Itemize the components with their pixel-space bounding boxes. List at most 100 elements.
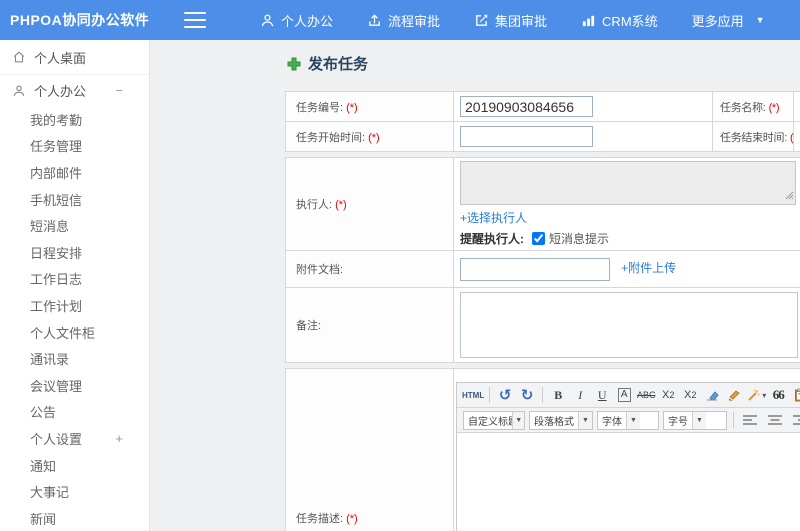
sidebar-item-events[interactable]: 大事记 [0,478,149,505]
sidebar-item-meeting[interactable]: 会议管理 [0,372,149,399]
task-detail-table: 执行人: (*) +选择执行人 提醒执行人: 短消息提示 附件文档: +附件上传… [285,157,800,363]
sms-remind-text: 短消息提示 [549,232,610,246]
sidebar-item-personal-settings[interactable]: 个人设置 + [0,425,149,452]
chevron-down-icon: ▼ [692,411,706,429]
nav-personal-office[interactable]: 个人办公 [260,11,333,30]
table-row: 备注: [285,287,800,363]
align-left-icon [743,414,757,425]
italic-button[interactable]: I [570,385,590,405]
bar-chart-icon [582,15,595,26]
sidebar-item-sms[interactable]: 手机短信 [0,186,149,213]
align-right-button[interactable] [793,414,800,427]
nav-label: 集团审批 [495,13,548,29]
sidebar-group-personal-office[interactable]: 个人办公 − [0,75,149,106]
table-row: 任务描述: (*) HTML ↺ ↻ B I U A ABC X 2 X 2 ▾… [285,368,800,531]
chevron-down-icon: ▾ [762,390,767,400]
app-window: PHPOA协同办公软件 个人办公 流程审批 集团审批 CRM系统 更多应用 ▼ [0,0,800,531]
choose-executor-link[interactable]: +选择执行人 [460,211,527,225]
strikethrough-button[interactable]: ABC [636,385,656,405]
nav-label: 更多应用 [691,13,744,29]
chevron-down-icon: ▼ [626,411,640,429]
start-time-input[interactable] [460,126,593,147]
sidebar-item-internal-mail[interactable]: 内部邮件 [0,159,149,186]
sidebar-item-task-manage[interactable]: 任务管理 [0,133,149,160]
sidebar-item-attendance[interactable]: 我的考勤 [0,106,149,133]
nav-group-approval[interactable]: 集团审批 [474,11,547,30]
blockquote-button[interactable]: 66 [768,385,788,405]
start-time-label: 任务开始时间: (*) [285,121,454,152]
attachment-label: 附件文档: [285,250,454,288]
align-center-button[interactable] [768,414,783,427]
main-content: 发布任务 任务编号:(*) 任务名称:(*) 任务开始时间:(*) [150,40,800,531]
align-left-button[interactable] [743,414,758,427]
nav-label: 个人办公 [281,13,334,29]
task-name-label: 任务名称: (*) [712,91,794,122]
task-no-input[interactable] [460,96,593,117]
nav-crm-system[interactable]: CRM系统 [581,11,658,30]
sidebar-group-label: 个人办公 [34,84,87,99]
sidebar-item-contacts[interactable]: 通讯录 [0,345,149,372]
brand-logo[interactable]: PHPOA协同办公软件 [0,10,150,30]
task-no-label: 任务编号: (*) [285,91,454,122]
superscript-button[interactable]: X2 [658,385,678,405]
format-brush-button[interactable] [724,385,744,405]
page-body: 个人桌面 个人办公 − 我的考勤 任务管理 内部邮件 手机短信 短消息 日程安排… [0,40,800,531]
hamburger-menu-icon[interactable] [184,12,206,28]
user-icon [12,84,26,98]
subscript-button[interactable]: X2 [680,385,700,405]
sidebar-item-schedule[interactable]: 日程安排 [0,239,149,266]
sidebar-item-file-cabinet[interactable]: 个人文件柜 [0,319,149,346]
magic-wand-icon [748,389,760,401]
user-icon [261,14,274,26]
attachment-input[interactable] [460,257,610,281]
nav-more-apps[interactable]: 更多应用 ▼ [692,11,765,30]
sidebar-item-desktop[interactable]: 个人桌面 [0,40,149,75]
undo-button[interactable]: ↺ [495,385,515,405]
sidebar-item-news[interactable]: 新闻 [0,505,149,531]
sidebar-item-announcement[interactable]: 公告 [0,399,149,426]
sms-remind-checkbox[interactable] [532,232,545,245]
font-border-button[interactable]: A [614,385,634,405]
align-center-icon [768,414,782,425]
nav-label: 流程审批 [388,13,441,29]
bold-button[interactable]: B [548,385,568,405]
table-row: 任务开始时间:(*) 任务结束时间:(*) [285,121,800,152]
nav-workflow-approval[interactable]: 流程审批 [367,11,440,30]
collapse-icon[interactable]: − [115,83,123,98]
editor-toolbar-row2: 自定义标题▼ 段落格式▼ 字体▼ 字号▼ [457,408,800,433]
table-row: 执行人: (*) +选择执行人 提醒执行人: 短消息提示 [285,157,800,251]
sidebar-item-label: 个人桌面 [34,50,87,66]
description-label: 任务描述: (*) [285,368,454,531]
editor-content-area[interactable] [457,433,800,531]
attachment-upload-link[interactable]: +附件上传 [621,261,676,275]
autotypeset-button[interactable]: ▾ [746,385,766,405]
sidebar-item-notice[interactable]: 通知 [0,452,149,479]
sidebar-item-short-message[interactable]: 短消息 [0,212,149,239]
table-row: 附件文档: +附件上传 [285,250,800,288]
expand-icon[interactable]: + [115,431,123,446]
top-header: PHPOA协同办公软件 个人办公 流程审批 集团审批 CRM系统 更多应用 ▼ [0,0,800,40]
paragraph-format-select[interactable]: 段落格式 ▼ [529,410,593,430]
edit-icon [476,14,488,26]
sidebar-item-work-log[interactable]: 工作日志 [0,266,149,293]
custom-title-select[interactable]: 自定义标题▼ [463,410,525,430]
redo-button[interactable]: ↻ [517,385,537,405]
sidebar-item-work-plan[interactable]: 工作计划 [0,292,149,319]
remind-label: 提醒执行人: [460,232,524,246]
home-icon [12,50,26,64]
page-title: 发布任务 [287,53,800,74]
memo-textarea[interactable] [460,292,798,358]
font-family-select[interactable]: 字体 ▼ [597,410,659,430]
resize-grip-icon[interactable] [785,191,794,203]
html-source-button[interactable]: HTML [462,385,484,405]
nav-label: CRM系统 [602,13,658,29]
underline-button[interactable]: U [592,385,612,405]
paste-text-button[interactable]: T [790,385,800,405]
executor-textarea[interactable] [460,161,796,205]
end-time-label: 任务结束时间:(*) [712,121,794,152]
brush-icon [728,389,740,401]
font-size-select[interactable]: 字号 ▼ [663,410,727,430]
chevron-down-icon: ▼ [755,15,765,25]
editor-toolbar-row1: HTML ↺ ↻ B I U A ABC X 2 X 2 ▾ 66 [457,383,800,408]
eraser-button[interactable] [702,385,722,405]
